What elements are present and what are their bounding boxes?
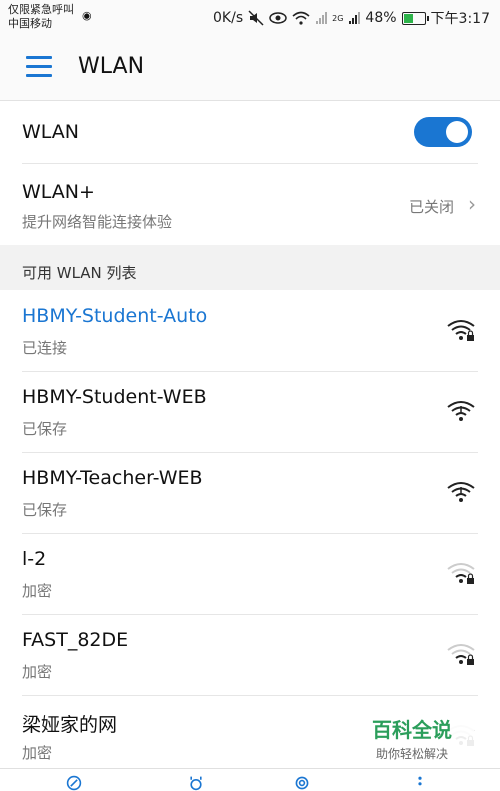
carrier-name: 中国移动 [8,17,52,30]
bottom-toolbar [0,768,500,791]
wifi-icon [446,398,476,424]
carrier-info: 仅限紧急呼叫 中国移动 [8,3,74,31]
network-status: 加密 [22,663,53,681]
wlan-plus-row[interactable]: WLAN+ 提升网络智能连接体验 已关闭 › [0,164,500,245]
settings-icon[interactable] [292,775,312,791]
menu-icon[interactable] [26,56,52,78]
status-bar: 仅限紧急呼叫 中国移动 ◉ 0K/s 2G 48% 下午3:17 [0,0,500,36]
wifi-lock-icon [446,641,476,667]
wlan-toggle-row[interactable]: WLAN [0,101,500,163]
chevron-right-icon: › [468,192,476,216]
network-row[interactable]: HBMY-Student-Auto 已连接 [0,290,500,371]
battery-icon [401,11,429,25]
settings-card: WLAN WLAN+ 提升网络智能连接体验 已关闭 › [0,101,500,245]
network-status: 已保存 [22,501,68,519]
network-row[interactable]: HBMY-Student-WEB 已保存 [0,371,500,452]
network-row[interactable]: HBMY-Teacher-WEB 已保存 [0,452,500,533]
app-bar: WLAN [0,36,500,101]
scan-icon[interactable] [186,775,206,791]
network-status: 加密 [22,582,53,600]
wlan-toggle-label: WLAN [22,121,80,143]
network-speed: 0K/s [213,10,244,26]
wifi-lock-icon [446,317,476,343]
signal-off-icon [316,12,328,24]
watermark-logo: 百科全说 助你轻松解决 [350,708,474,766]
hotspot-icon: ◉ [82,9,92,22]
network-row[interactable]: FAST_82DE 加密 [0,614,500,695]
network-status: 加密 [22,744,53,762]
network-name: l-2 [22,548,47,570]
more-icon[interactable] [410,775,430,791]
network-type: 2G [332,13,344,23]
signal-icon [349,12,361,24]
network-name: HBMY-Student-WEB [22,386,207,408]
section-header: 可用 WLAN 列表 [22,264,137,282]
emergency-text: 仅限紧急呼叫 [8,3,74,16]
network-status: 已保存 [22,420,68,438]
network-status: 已连接 [22,339,68,357]
network-name: 梁娅家的网 [22,714,118,736]
network-name: HBMY-Teacher-WEB [22,467,203,489]
wlan-plus-label: WLAN+ [22,181,95,203]
network-list: HBMY-Student-Auto 已连接 HBMY-Student-WEB 已保存 H… [0,290,500,768]
eye-icon [269,12,287,24]
wifi-lock-icon [446,560,476,586]
mute-icon [248,10,264,26]
wifi-status-icon [292,11,310,25]
battery-percent: 48% [365,10,397,26]
page-title: WLAN [78,54,145,79]
network-name: HBMY-Student-Auto [22,305,208,327]
wlan-plus-state: 已关闭 [408,198,454,216]
wifi-icon [446,479,476,505]
clock: 下午3:17 [430,11,490,27]
watermark-subtitle: 助你轻松解决 [375,747,448,761]
wlan-toggle-switch[interactable] [414,117,472,147]
network-row[interactable]: l-2 加密 [0,533,500,614]
wlan-plus-subtitle: 提升网络智能连接体验 [22,213,173,231]
watermark-title: 百科全说 [372,718,452,742]
network-name: FAST_82DE [22,629,129,651]
edit-icon[interactable] [64,775,84,791]
